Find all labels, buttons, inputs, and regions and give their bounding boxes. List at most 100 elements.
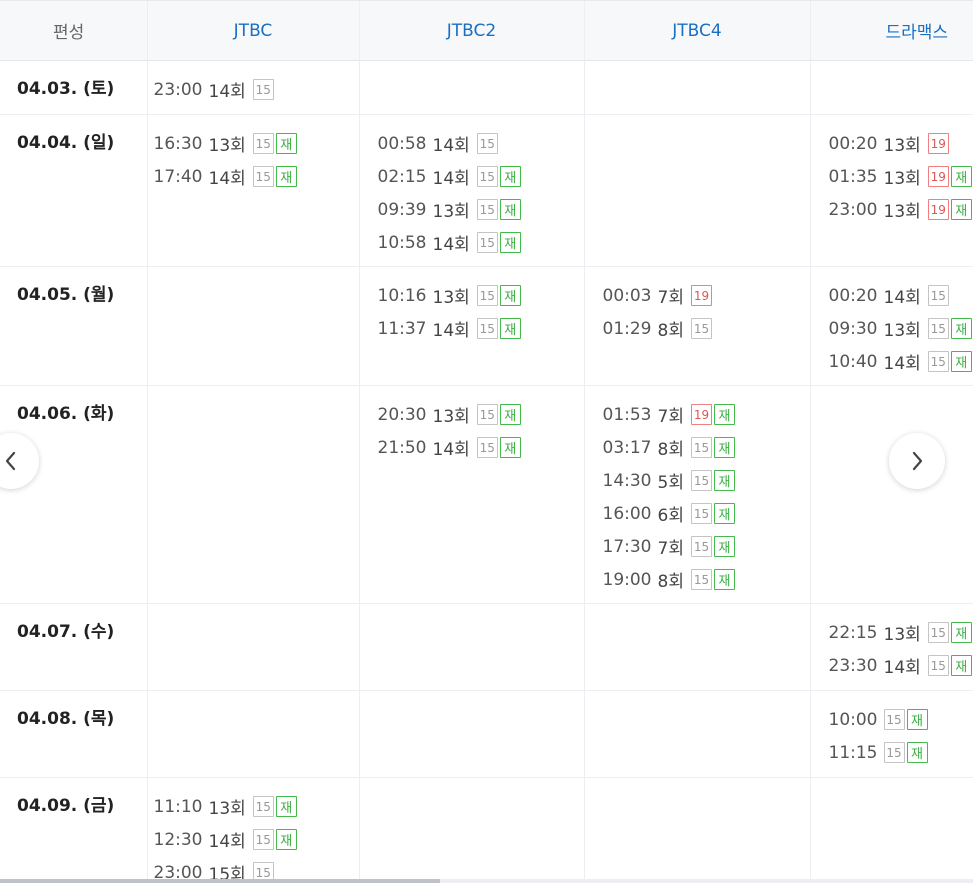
airing-item[interactable]: 01:53 7회 19 재 xyxy=(603,398,810,431)
airing-time: 00:20 xyxy=(828,285,878,306)
channel-header-dramax[interactable]: 드라맥스 xyxy=(809,0,973,61)
rerun-badge: 재 xyxy=(950,318,972,339)
airing-item[interactable]: 10:16 13회 15 재 xyxy=(378,279,584,312)
schedule-cell: 01:53 7회 19 재 03:17 8회 15 재 14:30 5회 15 재 16:00 6회 15 재… xyxy=(583,385,810,604)
episode-number: 14회 xyxy=(432,321,470,341)
airing-item[interactable]: 00:20 14회 15 xyxy=(829,279,973,312)
rerun-badge: 재 xyxy=(275,829,297,850)
airing-time: 23:30 xyxy=(828,655,878,676)
airing-item[interactable]: 12:30 14회 15 재 xyxy=(154,823,359,856)
age-rating-badge: 15 xyxy=(927,655,949,676)
airing-item[interactable]: 09:30 13회 15 재 xyxy=(829,312,973,345)
airing-time: 12:30 xyxy=(153,829,203,850)
airing-time: 23:00 xyxy=(153,79,203,100)
channel-header-row: 편성 JTBC JTBC2 JTBC4 드라맥스 xyxy=(0,0,973,61)
airing-item[interactable]: 00:58 14회 15 xyxy=(378,127,584,160)
episode-number: 14회 xyxy=(432,136,470,156)
airing-item[interactable]: 23:00 13회 19 재 xyxy=(829,193,973,226)
airing-time: 17:30 xyxy=(602,536,652,557)
airing-item[interactable]: 14:30 5회 15 재 xyxy=(603,464,810,497)
airing-item[interactable]: 17:30 7회 15 재 xyxy=(603,530,810,563)
airing-item[interactable]: 00:20 13회 19 xyxy=(829,127,973,160)
schedule-cell xyxy=(358,777,584,883)
episode-number: 14회 xyxy=(432,169,470,189)
airing-item[interactable]: 02:15 14회 15 재 xyxy=(378,160,584,193)
schedule-row: 04.04. (일) 16:30 13회 15 재 17:40 14회 15 재 00:58 14회… xyxy=(0,114,973,267)
schedule-cell: 16:30 13회 15 재 17:40 14회 15 재 xyxy=(146,114,359,267)
episode-number: 6회 xyxy=(657,506,684,526)
airing-item[interactable]: 11:10 13회 15 재 xyxy=(154,790,359,823)
rerun-badge: 재 xyxy=(713,404,735,425)
schedule-row: 04.03. (토) 23:00 14회 15 xyxy=(0,60,973,115)
schedule-cell: 23:00 14회 15 xyxy=(146,60,359,115)
airing-item[interactable]: 21:50 14회 15 재 xyxy=(378,431,584,464)
airing-item[interactable]: 03:17 8회 15 재 xyxy=(603,431,810,464)
airing-item[interactable]: 01:35 13회 19 재 xyxy=(829,160,973,193)
airing-item[interactable]: 22:15 13회 15 재 xyxy=(829,616,973,649)
airing-item[interactable]: 17:40 14회 15 재 xyxy=(154,160,359,193)
age-rating-badge: 15 xyxy=(690,470,712,491)
age-rating-badge: 15 xyxy=(883,742,905,763)
episode-number: 8회 xyxy=(657,321,684,341)
channel-header-jtbc4[interactable]: JTBC4 xyxy=(583,0,810,61)
rerun-badge: 재 xyxy=(713,470,735,491)
schedule-cell: 11:10 13회 15 재 12:30 14회 15 재 23:00 15회 15 xyxy=(146,777,359,883)
schedule-cell: 00:58 14회 15 02:15 14회 15 재 09:39 13회 15 재 10:58 14회… xyxy=(358,114,584,267)
airing-item[interactable]: 23:00 14회 15 xyxy=(154,73,359,106)
rerun-badge: 재 xyxy=(499,232,521,253)
episode-number: 8회 xyxy=(657,572,684,592)
age-rating-badge: 19 xyxy=(927,199,949,220)
airing-time: 00:58 xyxy=(377,133,427,154)
age-rating-badge: 15 xyxy=(476,166,498,187)
age-rating-badge: 19 xyxy=(690,404,712,425)
airing-time: 20:30 xyxy=(377,404,427,425)
age-rating-badge: 19 xyxy=(927,133,949,154)
episode-number: 13회 xyxy=(432,288,470,308)
channel-header-jtbc[interactable]: JTBC xyxy=(146,0,359,61)
airing-time: 11:37 xyxy=(377,318,427,339)
age-rating-badge: 15 xyxy=(476,404,498,425)
airing-time: 09:30 xyxy=(828,318,878,339)
airing-time: 03:17 xyxy=(602,437,652,458)
rerun-badge: 재 xyxy=(499,437,521,458)
next-button[interactable] xyxy=(889,433,945,489)
rerun-badge: 재 xyxy=(713,503,735,524)
episode-number: 14회 xyxy=(208,832,246,852)
schedule-cell xyxy=(146,385,359,604)
airing-item[interactable]: 16:00 6회 15 재 xyxy=(603,497,810,530)
airing-item[interactable]: 00:03 7회 19 xyxy=(603,279,810,312)
airing-item[interactable]: 19:00 8회 15 재 xyxy=(603,563,810,596)
airing-item[interactable]: 11:37 14회 15 재 xyxy=(378,312,584,345)
rerun-badge: 재 xyxy=(499,199,521,220)
channel-header-jtbc2[interactable]: JTBC2 xyxy=(358,0,584,61)
airing-item[interactable]: 20:30 13회 15 재 xyxy=(378,398,584,431)
episode-number: 14회 xyxy=(883,658,921,678)
airing-item[interactable]: 16:30 13회 15 재 xyxy=(154,127,359,160)
row-date: 04.06. (화) xyxy=(0,385,147,604)
episode-number: 13회 xyxy=(883,136,921,156)
airing-item[interactable]: 01:29 8회 15 xyxy=(603,312,810,345)
airing-time: 23:00 xyxy=(828,199,878,220)
age-rating-badge: 15 xyxy=(690,437,712,458)
airing-item[interactable]: 09:39 13회 15 재 xyxy=(378,193,584,226)
airing-item[interactable]: 10:40 14회 15 재 xyxy=(829,345,973,378)
airing-item[interactable]: 11:15 15 재 xyxy=(829,736,973,769)
age-rating-badge: 15 xyxy=(690,318,712,339)
age-rating-badge: 15 xyxy=(252,796,274,817)
schedule-cell xyxy=(583,603,810,691)
airing-time: 01:53 xyxy=(602,404,652,425)
airing-item[interactable]: 23:30 14회 15 재 xyxy=(829,649,973,682)
scrollbar-thumb[interactable] xyxy=(0,879,440,883)
horizontal-scrollbar[interactable] xyxy=(0,879,973,883)
schedule-cell: 00:03 7회 19 01:29 8회 15 xyxy=(583,266,810,386)
airing-item[interactable]: 10:58 14회 15 재 xyxy=(378,226,584,259)
row-date: 04.07. (수) xyxy=(0,603,147,691)
schedule-row: 04.09. (금) 11:10 13회 15 재 12:30 14회 15 재 23:00 15회… xyxy=(0,777,973,883)
age-rating-badge: 15 xyxy=(252,133,274,154)
airing-item[interactable]: 10:00 15 재 xyxy=(829,703,973,736)
schedule-cell xyxy=(809,777,973,883)
schedule-cell: 00:20 13회 19 01:35 13회 19 재 23:00 13회 19 재 xyxy=(809,114,973,267)
row-date: 04.05. (월) xyxy=(0,266,147,386)
airing-time: 11:10 xyxy=(153,796,203,817)
episode-number: 13회 xyxy=(432,407,470,427)
